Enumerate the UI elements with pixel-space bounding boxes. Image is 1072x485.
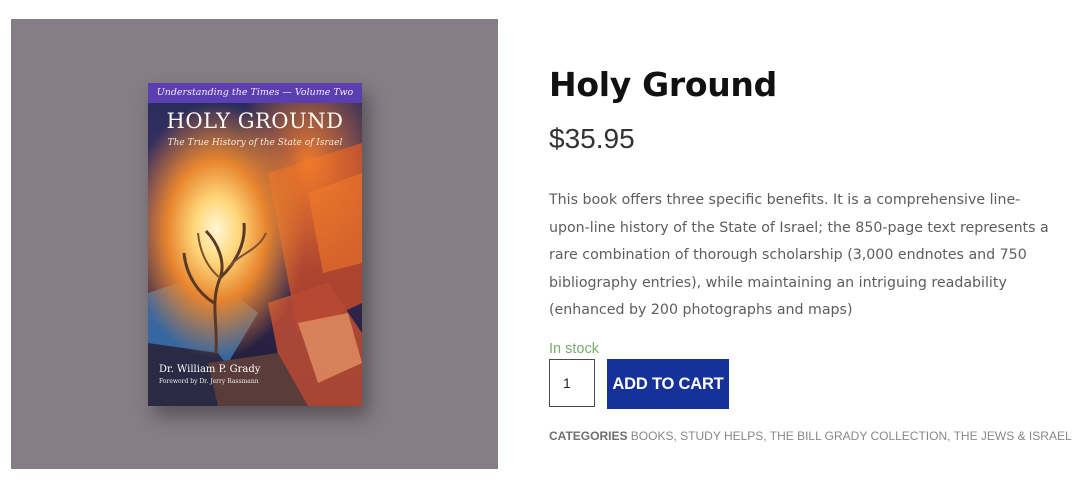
category-link-study-helps[interactable]: STUDY HELPS: [680, 429, 763, 443]
categories-label: CATEGORIES: [549, 429, 628, 443]
book-cover-image[interactable]: Understanding the Times — Volume Two HOL…: [148, 83, 362, 406]
cover-artwork: [148, 103, 362, 406]
cover-author-text: Dr. William P. Grady: [159, 364, 261, 375]
cover-series-text: Understanding the Times — Volume Two: [148, 83, 362, 103]
stock-status: In stock: [549, 341, 599, 357]
cover-foreword-text: Foreword by Dr. Jerry Rassmann: [159, 378, 259, 385]
product-title: Holy Ground: [549, 65, 777, 104]
product-image-gallery: Understanding the Times — Volume Two HOL…: [11, 19, 498, 469]
cover-title-text: HOLY GROUND: [166, 109, 344, 133]
category-link-bill-grady-collection[interactable]: THE BILL GRADY COLLECTION: [770, 429, 947, 443]
quantity-input[interactable]: [549, 359, 595, 407]
category-link-books[interactable]: BOOKS: [631, 429, 674, 443]
product-description: This book offers three specific benefits…: [549, 192, 1049, 318]
add-to-cart-button[interactable]: ADD TO CART: [607, 359, 729, 409]
category-link-jews-israel[interactable]: THE JEWS & ISRAEL: [954, 429, 1072, 443]
product-categories: CATEGORIES BOOKS, STUDY HELPS, THE BILL …: [549, 429, 1072, 443]
cover-subtitle-text: The True History of the State of Israel: [167, 138, 343, 148]
product-price: $35.95: [549, 123, 635, 154]
